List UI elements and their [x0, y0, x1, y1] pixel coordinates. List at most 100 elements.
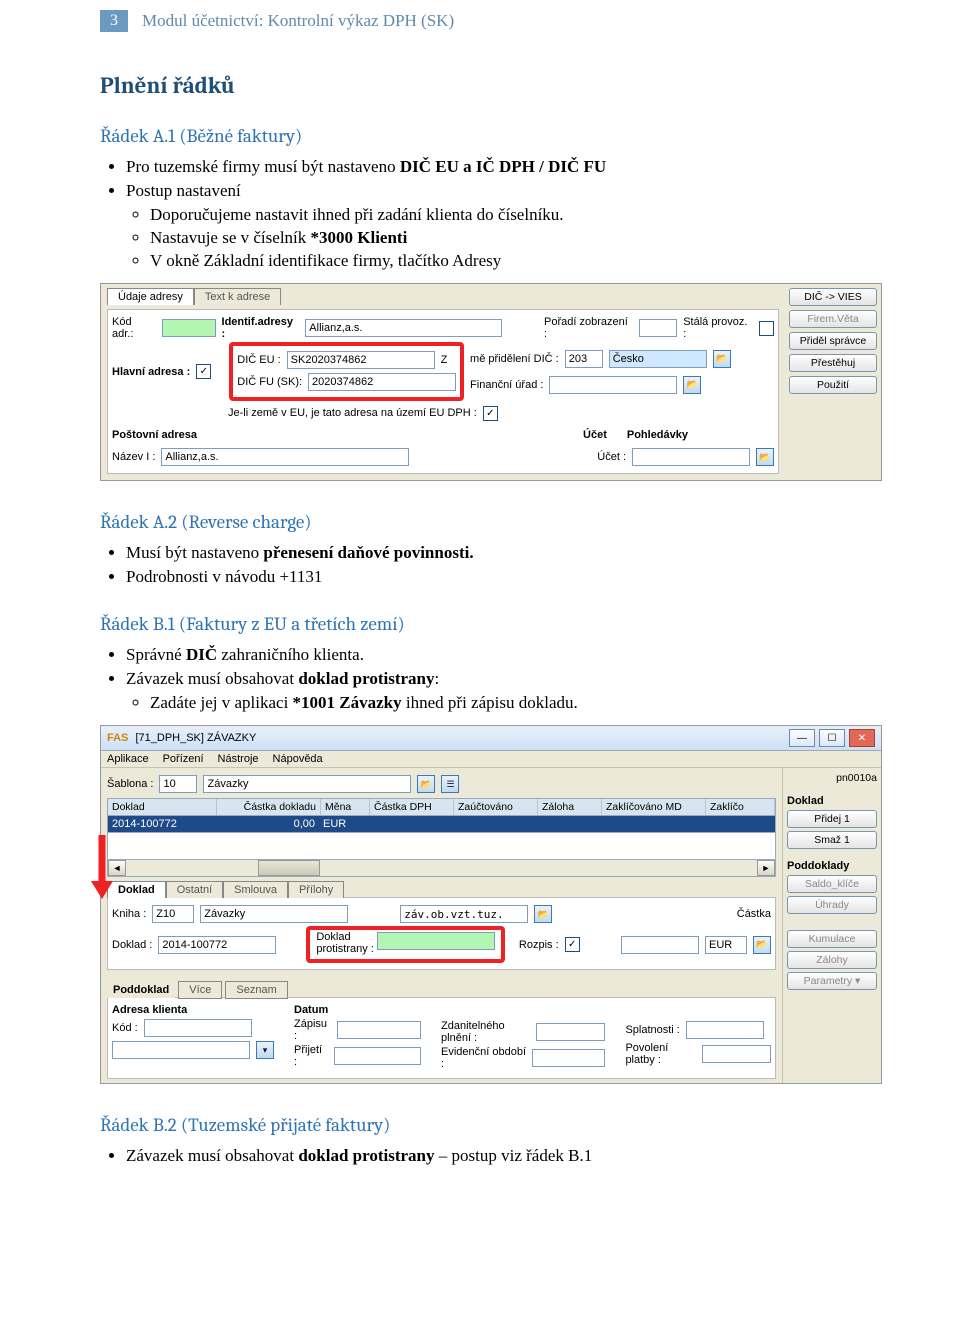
lbl-pn: pn0010a — [787, 772, 877, 784]
inp-doklad-num[interactable]: 2014-100772 — [158, 936, 276, 954]
menu-napoveda[interactable]: Nápověda — [273, 753, 323, 765]
lbl-castka: Částka — [737, 908, 771, 920]
inp-castka[interactable] — [621, 936, 699, 954]
a1-sub-3: V okně Základní identifikace firmy, tlač… — [150, 251, 860, 271]
tab-prilohy[interactable]: Přílohy — [288, 881, 344, 898]
inp-kniha-code[interactable]: Z10 — [152, 905, 194, 923]
close-icon[interactable]: ✕ — [849, 729, 875, 747]
inp-evid[interactable] — [532, 1049, 605, 1067]
lbl-kod-adr: Kód adr.: — [112, 316, 156, 340]
tab-smlouva[interactable]: Smlouva — [223, 881, 288, 898]
inp-doklad-protistrany[interactable] — [377, 932, 495, 950]
tab-text-k-adrese[interactable]: Text k adrese — [194, 288, 281, 305]
inp-adresa-line2[interactable] — [112, 1041, 250, 1059]
btn-saldo[interactable]: Saldo_klíče — [787, 875, 877, 893]
folder-icon[interactable]: 📂 — [534, 905, 552, 923]
a1-item-1: Pro tuzemské firmy musí být nastaveno DI… — [126, 157, 860, 177]
heading-b1: Řádek B.1 (Faktury z EU a třetích zemí) — [100, 613, 860, 635]
inp-povol[interactable] — [702, 1045, 771, 1063]
chk-hlavni[interactable]: ✓ — [196, 364, 211, 379]
inp-mena[interactable]: EUR — [705, 936, 747, 954]
inp-nazev1[interactable]: Allianz,a.s. — [161, 448, 409, 466]
lbl-evid: Evidenční období : — [441, 1046, 526, 1070]
folder-icon[interactable]: 📂 — [417, 775, 435, 793]
folder-icon[interactable]: 📂 — [683, 376, 701, 394]
btn-pridej[interactable]: Přidej 1 — [787, 810, 877, 828]
lbl-dic-eu: DIČ EU : — [237, 354, 280, 366]
btn-parametry[interactable]: Parametry ▾ — [787, 972, 877, 990]
maximize-icon[interactable]: ☐ — [819, 729, 845, 747]
scroll-thumb[interactable] — [258, 860, 320, 876]
inp-kod2[interactable] — [144, 1019, 252, 1037]
lbl-prijeti: Přijetí : — [294, 1044, 328, 1068]
tab-udaje-adresy[interactable]: Údaje adresy — [107, 288, 194, 305]
btn-zalohy[interactable]: Zálohy — [787, 951, 877, 969]
inp-prijeti[interactable] — [334, 1047, 421, 1065]
heading-a2: Řádek A.2 (Reverse charge) — [100, 511, 860, 533]
btn-pouziti[interactable]: Použití — [789, 376, 877, 394]
grid-row-selected[interactable]: 2014-100772 0,00 EUR — [107, 816, 776, 833]
btn-pridel-spravce[interactable]: Přiděl správce — [789, 332, 877, 350]
inp-zavobvzt[interactable]: záv.ob.vzt.tuz. — [400, 905, 528, 923]
folder-icon[interactable]: 📂 — [713, 350, 731, 368]
btn-uhrady[interactable]: Úhrady — [787, 896, 877, 914]
inp-zdan[interactable] — [536, 1023, 605, 1041]
b1-sub-1: Zadáte jej v aplikaci *1001 Závazky ihne… — [150, 693, 860, 713]
lbl-stala: Stálá provoz. : — [683, 316, 753, 340]
page-header: Modul účetnictví: Kontrolní výkaz DPH (S… — [142, 11, 454, 31]
inp-kniha-name[interactable]: Závazky — [200, 905, 348, 923]
grid-header: Doklad Částka dokladu Měna Částka DPH Za… — [107, 798, 776, 816]
lbl-zeme-dic: mě přidělení DIČ : — [470, 353, 559, 365]
inp-splat[interactable] — [686, 1021, 764, 1039]
chk-stala[interactable] — [759, 321, 774, 336]
b2-item-1: Závazek musí obsahovat doklad protistran… — [126, 1146, 860, 1166]
lbl-poradi: Pořadí zobrazení : — [544, 316, 633, 340]
inp-zeme-name[interactable]: Česko — [609, 350, 707, 368]
lbl-kod2: Kód : — [112, 1022, 138, 1034]
lbl-zdan: Zdanitelného plnění : — [441, 1020, 530, 1044]
inp-poradi[interactable] — [639, 319, 677, 337]
lbl-eu-dph-q: Je-li země v EU, je tato adresa na území… — [228, 407, 477, 419]
menu-aplikace[interactable]: Aplikace — [107, 753, 149, 765]
menu-porizeni[interactable]: Pořízení — [163, 753, 204, 765]
annotation-arrow-icon — [85, 831, 119, 901]
tab-seznam[interactable]: Seznam — [225, 981, 287, 999]
lbl-dic-fu: DIČ FU (SK): — [237, 376, 302, 388]
lbl-doklad-protistrany: Doklad protistrany : — [316, 932, 373, 955]
lbl-hlavni: Hlavní adresa : — [112, 366, 190, 378]
inp-sablona-name[interactable]: Závazky — [203, 775, 411, 793]
inp-sablona-num[interactable]: 10 — [159, 775, 197, 793]
btn-prestehuj[interactable]: Přestěhuj — [789, 354, 877, 372]
inp-zeme-code[interactable]: 203 — [565, 350, 603, 368]
grid-scroll[interactable]: ◄ ► — [107, 860, 776, 877]
folder-icon[interactable]: 📂 — [753, 936, 771, 954]
highlight-dic: DIČ EU : SK2020374862 Z DIČ FU (SK): 202… — [229, 342, 464, 401]
down-icon[interactable]: ▾ — [256, 1041, 274, 1059]
inp-zapisu[interactable] — [337, 1021, 421, 1039]
lbl-ucet: Účet : — [597, 451, 626, 463]
btn-smaz[interactable]: Smaž 1 — [787, 831, 877, 849]
chk-rozpis[interactable]: ✓ — [565, 937, 580, 952]
tab-ostatni[interactable]: Ostatní — [166, 881, 223, 898]
minimize-icon[interactable]: — — [789, 729, 815, 747]
lbl-nazev1: Název I : — [112, 451, 155, 463]
screenshot-adresy: Údaje adresy Text k adrese Kód adr.: Ide… — [100, 283, 882, 481]
inp-ident-adresy[interactable]: Allianz,a.s. — [305, 319, 502, 337]
btn-firem-veta[interactable]: Firem.Věta — [789, 310, 877, 328]
tab-vice[interactable]: Více — [178, 981, 222, 999]
inp-kod-adr[interactable] — [162, 319, 216, 337]
highlight-doklad-protistrany: Doklad protistrany : — [306, 926, 505, 963]
inp-fin-urad[interactable] — [549, 376, 677, 394]
list-icon[interactable]: ☰ — [441, 775, 459, 793]
lbl-zapisu: Zápisu : — [294, 1018, 331, 1042]
inp-ucet[interactable] — [632, 448, 750, 466]
scroll-right-icon[interactable]: ► — [757, 860, 775, 876]
chk-eu-dph[interactable]: ✓ — [483, 406, 498, 421]
folder-icon[interactable]: 📂 — [756, 448, 774, 466]
lbl-rozpis: Rozpis : — [519, 939, 559, 951]
menu-nastroje[interactable]: Nástroje — [218, 753, 259, 765]
inp-dic-fu[interactable]: 2020374862 — [308, 373, 456, 391]
inp-dic-eu[interactable]: SK2020374862 — [287, 351, 435, 369]
btn-dic-vies[interactable]: DIČ -> VIES — [789, 288, 877, 306]
btn-kumulace[interactable]: Kumulace — [787, 930, 877, 948]
